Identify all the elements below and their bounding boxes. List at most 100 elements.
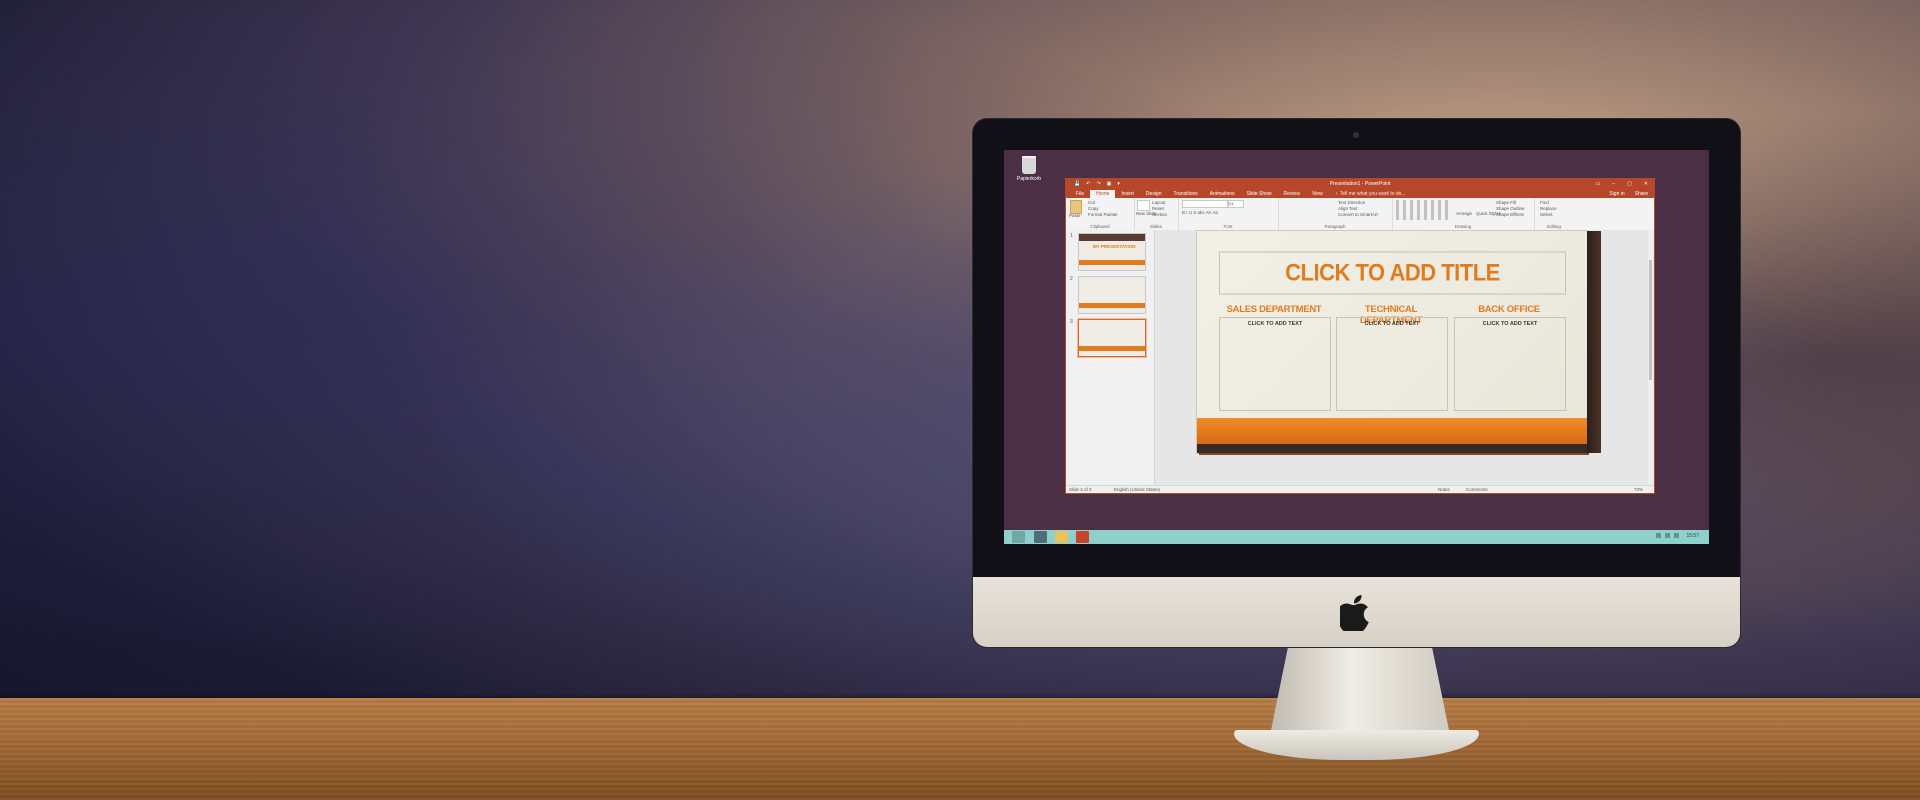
customize-qat-icon[interactable]: ▾ — [1117, 181, 1120, 187]
tab-review[interactable]: Review — [1278, 190, 1306, 198]
volume-icon[interactable] — [1674, 533, 1679, 538]
recycle-bin[interactable]: Papierkorb — [1014, 156, 1044, 182]
shape-effects-button[interactable]: Shape Effects — [1496, 212, 1524, 217]
maximize-icon[interactable]: ▢ — [1627, 181, 1632, 187]
drawing-label: Drawing — [1454, 224, 1472, 229]
placeholder-text: CLICK TO ADD TEXT — [1482, 321, 1538, 327]
scrollbar-thumb[interactable] — [1649, 260, 1652, 380]
save-icon[interactable]: 💾 — [1074, 181, 1080, 187]
monitor-stand — [1270, 647, 1450, 735]
thumbnail-item[interactable]: 1 MY PRESENTATION — [1070, 233, 1146, 271]
slide-edge-decoration — [1587, 231, 1601, 453]
paste-icon[interactable] — [1070, 200, 1082, 214]
imac-monitor: Papierkorb 💾 ↶ ↷ ▣ ▾ Presentation1 - Pow… — [973, 119, 1740, 647]
paragraph-group: Text Direction Align Text Convert to Sma… — [1278, 198, 1393, 230]
redo-icon[interactable]: ↷ — [1096, 181, 1100, 187]
slides-group: New Slide Layout Reset Section Slides — [1134, 198, 1179, 230]
slide-thumbnail-1[interactable]: MY PRESENTATION — [1078, 233, 1146, 271]
tab-design[interactable]: Design — [1140, 190, 1168, 198]
shape-outline-button[interactable]: Shape Outline — [1496, 206, 1525, 211]
zoom-level[interactable]: 73% — [1634, 487, 1643, 492]
thumb-title: MY PRESENTATION — [1093, 244, 1136, 249]
thumbnail-item[interactable]: 3 — [1070, 319, 1146, 357]
select-button[interactable]: Select — [1540, 212, 1553, 217]
language-indicator[interactable]: English (United States) — [1114, 487, 1160, 492]
align-text-button[interactable]: Align Text — [1338, 206, 1357, 211]
slides-label: Slides — [1149, 224, 1163, 229]
workspace: 1 MY PRESENTATION 2 3 CLICK TO ADD TITLE… — [1066, 230, 1654, 486]
slide-canvas[interactable]: CLICK TO ADD TITLE SALES DEPARTMENT CLIC… — [1197, 231, 1587, 453]
start-button-icon[interactable] — [1012, 531, 1025, 543]
quick-access-toolbar: 💾 ↶ ↷ ▣ ▾ — [1066, 181, 1164, 187]
undo-icon[interactable]: ↶ — [1086, 181, 1090, 187]
thumb-band — [1079, 346, 1145, 351]
window-controls: ▭ – ▢ ✕ — [1596, 181, 1648, 187]
minimize-icon[interactable]: – — [1612, 181, 1615, 187]
title-placeholder[interactable]: CLICK TO ADD TITLE — [1219, 251, 1566, 295]
tell-me-search[interactable]: ♀ Tell me what you want to do... — [1329, 190, 1412, 198]
taskbar-clock[interactable]: 15:57 — [1686, 533, 1699, 539]
tab-transitions[interactable]: Transitions — [1168, 190, 1204, 198]
font-format-row[interactable]: B I U S abc AV Aa — [1182, 210, 1218, 215]
cut-button[interactable]: Cut — [1088, 200, 1095, 205]
screen: Papierkorb 💾 ↶ ↷ ▣ ▾ Presentation1 - Pow… — [1004, 150, 1709, 544]
paste-button[interactable]: Paste — [1069, 213, 1081, 218]
shape-fill-button[interactable]: Shape Fill — [1496, 200, 1516, 205]
title-bar: 💾 ↶ ↷ ▣ ▾ Presentation1 - PowerPoint ▭ –… — [1066, 179, 1654, 189]
browser-icon[interactable] — [1034, 531, 1047, 543]
thumb-band — [1079, 260, 1145, 265]
tab-slide-show[interactable]: Slide Show — [1241, 190, 1278, 198]
layout-button[interactable]: Layout — [1152, 200, 1166, 205]
powerpoint-taskbar-icon[interactable] — [1076, 531, 1089, 543]
shapes-gallery[interactable] — [1396, 200, 1452, 220]
tab-animations[interactable]: Animations — [1204, 190, 1241, 198]
reset-button[interactable]: Reset — [1152, 206, 1164, 211]
system-tray — [1656, 533, 1679, 538]
sign-in-link[interactable]: Sign in — [1609, 191, 1624, 197]
share-button[interactable]: Share — [1635, 191, 1648, 197]
font-group: 24 B I U S abc AV Aa Font — [1178, 198, 1279, 230]
slide-thumbnail-3[interactable] — [1078, 319, 1146, 357]
file-explorer-icon[interactable] — [1055, 531, 1068, 543]
text-direction-button[interactable]: Text Direction — [1338, 200, 1365, 205]
column-heading-back-office: BACK OFFICE — [1478, 304, 1540, 315]
tab-view[interactable]: View — [1306, 190, 1329, 198]
tab-insert[interactable]: Insert — [1115, 190, 1140, 198]
network-icon[interactable] — [1665, 533, 1670, 538]
copy-button[interactable]: Copy — [1088, 206, 1099, 211]
thumb-header — [1079, 234, 1145, 241]
vertical-scrollbar[interactable] — [1648, 230, 1653, 486]
content-placeholder-technical[interactable]: CLICK TO ADD TEXT — [1336, 317, 1448, 411]
font-name-dropdown[interactable] — [1182, 200, 1228, 208]
tray-flag-icon[interactable] — [1656, 533, 1661, 538]
comments-button[interactable]: Comments — [1466, 487, 1488, 492]
format-painter-button[interactable]: Format Painter — [1088, 212, 1118, 217]
close-icon[interactable]: ✕ — [1644, 181, 1648, 187]
taskbar: 15:57 — [1004, 530, 1709, 544]
content-placeholder-sales[interactable]: CLICK TO ADD TEXT — [1219, 317, 1331, 411]
content-placeholder-back-office[interactable]: CLICK TO ADD TEXT — [1454, 317, 1566, 411]
replace-button[interactable]: Replace — [1540, 206, 1557, 211]
tab-file[interactable]: File — [1070, 190, 1090, 198]
new-slide-icon[interactable] — [1137, 200, 1150, 211]
status-bar: Slide 3 of 3 English (United States) Not… — [1066, 485, 1654, 493]
section-button[interactable]: Section — [1152, 212, 1167, 217]
arrange-button[interactable]: Arrange — [1456, 211, 1472, 216]
slide-accent-band — [1197, 418, 1587, 444]
clipboard-label: Clipboard — [1090, 224, 1110, 229]
paragraph-label: Paragraph — [1324, 224, 1346, 229]
convert-smartart-button[interactable]: Convert to SmartArt — [1338, 212, 1378, 217]
notes-button[interactable]: Notes — [1438, 487, 1450, 492]
drawing-group: Arrange Quick Styles Shape Fill Shape Ou… — [1392, 198, 1535, 230]
slide-thumbnail-pane: 1 MY PRESENTATION 2 3 — [1066, 230, 1155, 486]
font-label: Font — [1223, 224, 1233, 229]
start-from-beginning-icon[interactable]: ▣ — [1107, 181, 1112, 187]
slide-footer-strip — [1197, 444, 1587, 453]
slide-thumbnail-2[interactable] — [1078, 276, 1146, 314]
ribbon: Paste Cut Copy Format Painter Clipboard … — [1066, 198, 1654, 231]
font-size-dropdown[interactable]: 24 — [1228, 200, 1244, 208]
ribbon-display-icon[interactable]: ▭ — [1596, 181, 1601, 187]
tab-home[interactable]: Home — [1090, 190, 1116, 198]
find-button[interactable]: Find — [1540, 200, 1549, 205]
thumbnail-item[interactable]: 2 — [1070, 276, 1146, 314]
